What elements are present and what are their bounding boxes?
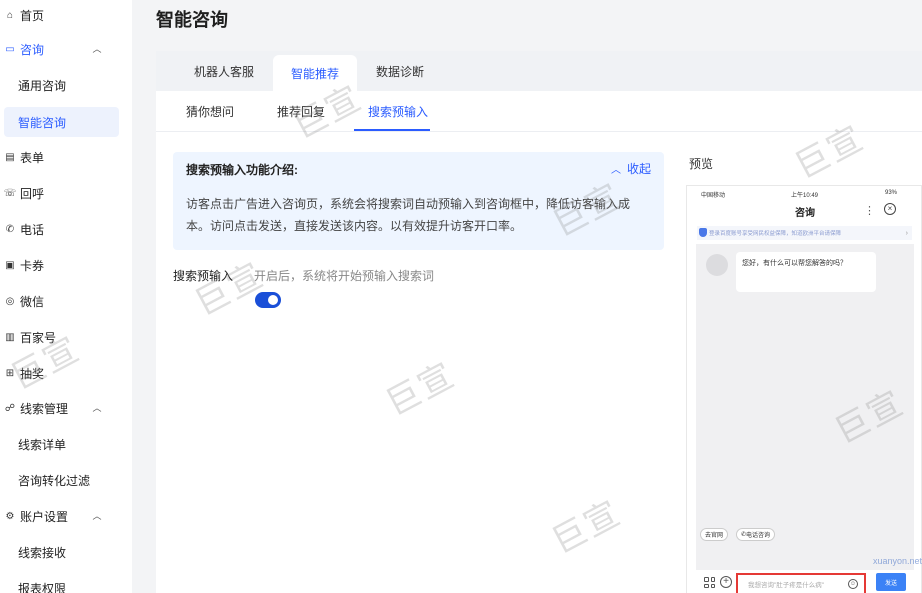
status-carrier: 中国移动 — [701, 193, 726, 199]
sidebar-item-label: 通用咨询 — [18, 78, 67, 93]
toggle-knob — [268, 295, 278, 305]
sidebar-item-label: 线索管理 — [20, 401, 69, 416]
send-button[interactable]: 发送 — [876, 573, 906, 591]
emoji-icon[interactable]: ☺ — [848, 579, 858, 589]
page-title: 智能咨询 — [156, 10, 228, 30]
chevron-right-icon: › — [905, 229, 908, 237]
sidebar-item-label: 电话 — [20, 222, 45, 237]
collapse-button[interactable]: ︿ 收起 — [611, 160, 651, 177]
status-time: 上午10:49 — [791, 193, 819, 199]
sidebar-item-label: 账户设置 — [20, 509, 69, 524]
sidebar-item-leads[interactable]: ☍ 线索管理 ︿ — [0, 393, 132, 423]
bot-message: 您好，有什么可以帮您解答的吗？ — [736, 252, 876, 292]
tab-data-diagnosis[interactable]: 数据诊断 — [360, 51, 440, 91]
sidebar-item-label: 抽奖 — [20, 366, 45, 381]
divider — [156, 131, 922, 132]
sidebar: ⌂ 首页 ▭ 咨询 ︿ 通用咨询 智能咨询 ▤ 表单 ☏ 回呼 ✆ 电话 ▣ 卡… — [0, 0, 132, 593]
chevron-up-icon: ︿ — [92, 402, 102, 413]
sidebar-item-label: 咨询 — [20, 42, 45, 57]
feature-intro-title: 搜索预输入功能介绍: — [186, 163, 298, 177]
preview-label: 预览 — [689, 157, 714, 171]
sidebar-item-label: 回呼 — [20, 186, 45, 201]
message-input[interactable]: 我想咨询"肚子疼是什么病" — [736, 573, 866, 593]
coupon-icon: ▣ — [5, 259, 15, 271]
sidebar-item-home[interactable]: ⌂ 首页 — [0, 0, 132, 30]
subtab-guess-questions[interactable]: 猜你想问 — [186, 91, 234, 131]
sidebar-item-label: 卡券 — [20, 258, 45, 273]
sidebar-item-label: 咨询转化过滤 — [18, 473, 91, 488]
settings-icon: ⚙ — [5, 510, 15, 522]
sidebar-item-lottery[interactable]: ⊞ 抽奖 — [0, 358, 132, 388]
sidebar-item-conversion-filter[interactable]: 咨询转化过滤 — [0, 465, 132, 495]
phone-preview: 中国移动 上午10:49 93% 咨询 ⋮ × 登录百度账号享受网民权益保障，知… — [686, 185, 922, 593]
sidebar-item-form[interactable]: ▤ 表单 — [0, 142, 132, 172]
quick-button-official-site[interactable]: 去官网 — [700, 528, 729, 541]
chat-area: 您好，有什么可以帮您解答的吗？ 去官网 ✆ 电话咨询 — [696, 244, 914, 570]
quick-button-phone-consult[interactable]: ✆ 电话咨询 — [736, 528, 776, 541]
switch-hint: 开启后，系统将开始预输入搜索词 — [254, 269, 435, 283]
sidebar-item-phone[interactable]: ✆ 电话 — [0, 214, 132, 244]
sidebar-item-coupon[interactable]: ▣ 卡券 — [0, 250, 132, 280]
sidebar-item-leads-receive[interactable]: 线索接收 — [0, 537, 132, 567]
sidebar-item-callback[interactable]: ☏ 回呼 — [0, 178, 132, 208]
tab-robot-service[interactable]: 机器人客服 — [176, 51, 272, 91]
wechat-icon: ◎ — [5, 295, 15, 307]
form-icon: ▤ — [5, 151, 15, 163]
input-bar: + 我想咨询"肚子疼是什么病" ☺ 发送 — [696, 570, 914, 593]
tab-smart-recommend[interactable]: 智能推荐 — [273, 55, 357, 91]
grid-icon[interactable] — [704, 577, 715, 588]
chat-icon: ▭ — [5, 43, 15, 55]
collapse-label: 收起 — [627, 162, 652, 176]
sidebar-item-smart-consult[interactable]: 智能咨询 — [4, 107, 119, 137]
switch-label: 搜索预输入 — [173, 269, 234, 283]
feature-intro-text: 访客点击广告进入咨询页，系统会将搜索词自动预输入到咨询框中，降低访客输入成本。访… — [186, 197, 631, 233]
callback-icon: ☏ — [3, 187, 17, 199]
more-icon[interactable]: ⋮ — [864, 204, 875, 217]
notice-text: 登录百度账号享受网民权益保障，知道欧洲平台请保障 — [709, 231, 842, 237]
chevron-up-icon: ︿ — [92, 510, 102, 521]
plus-icon[interactable]: + — [720, 576, 732, 588]
baijiahao-icon: ▥ — [5, 331, 15, 343]
shield-icon — [699, 228, 707, 237]
sidebar-item-general-consult[interactable]: 通用咨询 — [0, 70, 132, 100]
feature-intro-box: 搜索预输入功能介绍: ︿ 收起 访客点击广告进入咨询页，系统会将搜索词自动预输入… — [173, 152, 664, 250]
chevron-up-icon: ︿ — [611, 165, 621, 176]
sidebar-item-label: 百家号 — [20, 330, 57, 345]
quick-button-label: 电话咨询 — [746, 533, 771, 539]
sidebar-item-wechat[interactable]: ◎ 微信 — [0, 286, 132, 316]
lottery-icon: ⊞ — [5, 367, 15, 379]
status-bar: 中国移动 上午10:49 93% — [687, 186, 922, 200]
search-preinput-toggle[interactable] — [255, 292, 281, 308]
sidebar-item-label: 报表权限 — [18, 581, 67, 593]
sidebar-item-label: 智能咨询 — [18, 115, 67, 130]
phone-icon: ✆ — [5, 223, 15, 235]
avatar — [706, 254, 728, 276]
notice-bar[interactable]: 登录百度账号享受网民权益保障，知道欧洲平台请保障 › — [697, 226, 912, 240]
close-icon[interactable]: × — [884, 203, 896, 215]
content-panel: 猜你想问 推荐回复 搜索预输入 搜索预输入功能介绍: ︿ 收起 访客点击广告进入… — [156, 91, 922, 593]
sidebar-item-baijiahao[interactable]: ▥ 百家号 — [0, 322, 132, 352]
sidebar-item-leads-detail[interactable]: 线索详单 — [0, 429, 132, 459]
chevron-up-icon: ︿ — [92, 43, 102, 54]
sidebar-item-report-permission[interactable]: 报表权限 — [0, 573, 132, 593]
sidebar-item-consult[interactable]: ▭ 咨询 ︿ — [0, 34, 132, 64]
home-icon: ⌂ — [6, 9, 14, 21]
sidebar-item-label: 表单 — [20, 150, 45, 165]
subtab-recommend-reply[interactable]: 推荐回复 — [277, 91, 325, 131]
top-tabs: 机器人客服 智能推荐 数据诊断 — [156, 51, 922, 91]
sidebar-item-label: 首页 — [20, 8, 45, 23]
sidebar-item-label: 线索详单 — [18, 437, 67, 452]
sidebar-item-label: 线索接收 — [18, 545, 67, 560]
sidebar-item-label: 微信 — [20, 294, 45, 309]
status-battery: 93% — [885, 190, 898, 196]
subtab-search-preinput[interactable]: 搜索预输入 — [368, 91, 428, 131]
sidebar-item-account-settings[interactable]: ⚙ 账户设置 ︿ — [0, 501, 132, 531]
leads-icon: ☍ — [4, 402, 16, 414]
